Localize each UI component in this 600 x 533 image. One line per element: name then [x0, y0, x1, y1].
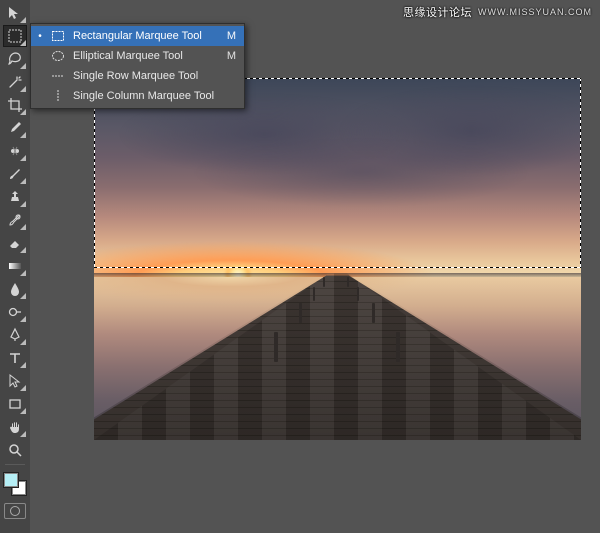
row-marquee-icon: [51, 69, 65, 83]
foreground-color-swatch[interactable]: [3, 472, 19, 488]
shape-tool[interactable]: [3, 393, 27, 415]
pen-tool[interactable]: [3, 324, 27, 346]
flyout-item-label: Single Row Marquee Tool: [73, 70, 214, 82]
flyout-item-single-row-marquee[interactable]: Single Row Marquee Tool: [31, 66, 244, 86]
image-dock: [94, 273, 581, 440]
marquee-tool[interactable]: [3, 25, 27, 47]
ellipse-marquee-icon: [51, 49, 65, 63]
quick-mask-toggle[interactable]: [4, 503, 26, 519]
brush-tool[interactable]: [3, 163, 27, 185]
type-tool[interactable]: [3, 347, 27, 369]
flyout-item-single-column-marquee[interactable]: Single Column Marquee Tool: [31, 86, 244, 106]
hand-tool[interactable]: [3, 416, 27, 438]
eyedropper-tool[interactable]: [3, 117, 27, 139]
watermark-sub: WWW.MISSYUAN.COM: [478, 7, 592, 17]
flyout-item-shortcut: M: [227, 30, 236, 42]
spot-heal-tool[interactable]: [3, 140, 27, 162]
magic-wand-tool[interactable]: [3, 71, 27, 93]
document-canvas[interactable]: [94, 78, 581, 440]
watermark-main: 思缘设计论坛: [403, 4, 472, 20]
crop-tool[interactable]: [3, 94, 27, 116]
color-swatches[interactable]: [3, 472, 27, 496]
eraser-tool[interactable]: [3, 232, 27, 254]
flyout-item-label: Elliptical Marquee Tool: [73, 50, 205, 62]
flyout-item-rectangular-marquee[interactable]: • Rectangular Marquee Tool M: [31, 26, 244, 46]
marquee-tool-flyout: • Rectangular Marquee Tool M Elliptical …: [30, 23, 245, 109]
col-marquee-icon: [51, 89, 65, 103]
clone-stamp-tool[interactable]: [3, 186, 27, 208]
move-tool[interactable]: [3, 2, 27, 24]
lasso-tool[interactable]: [3, 48, 27, 70]
flyout-item-label: Rectangular Marquee Tool: [73, 30, 205, 42]
blur-tool[interactable]: [3, 278, 27, 300]
selected-bullet-icon: •: [37, 31, 43, 42]
gradient-tool[interactable]: [3, 255, 27, 277]
dodge-tool[interactable]: [3, 301, 27, 323]
flyout-item-shortcut: M: [227, 50, 236, 62]
rect-marquee-icon: [51, 29, 65, 43]
flyout-item-label: Single Column Marquee Tool: [73, 90, 214, 102]
toolbar-divider: [5, 464, 25, 465]
flyout-item-elliptical-marquee[interactable]: Elliptical Marquee Tool M: [31, 46, 244, 66]
history-brush-tool[interactable]: [3, 209, 27, 231]
path-select-tool[interactable]: [3, 370, 27, 392]
tools-panel: [0, 0, 30, 533]
watermark: 思缘设计论坛 WWW.MISSYUAN.COM: [403, 4, 592, 20]
zoom-tool[interactable]: [3, 439, 27, 461]
